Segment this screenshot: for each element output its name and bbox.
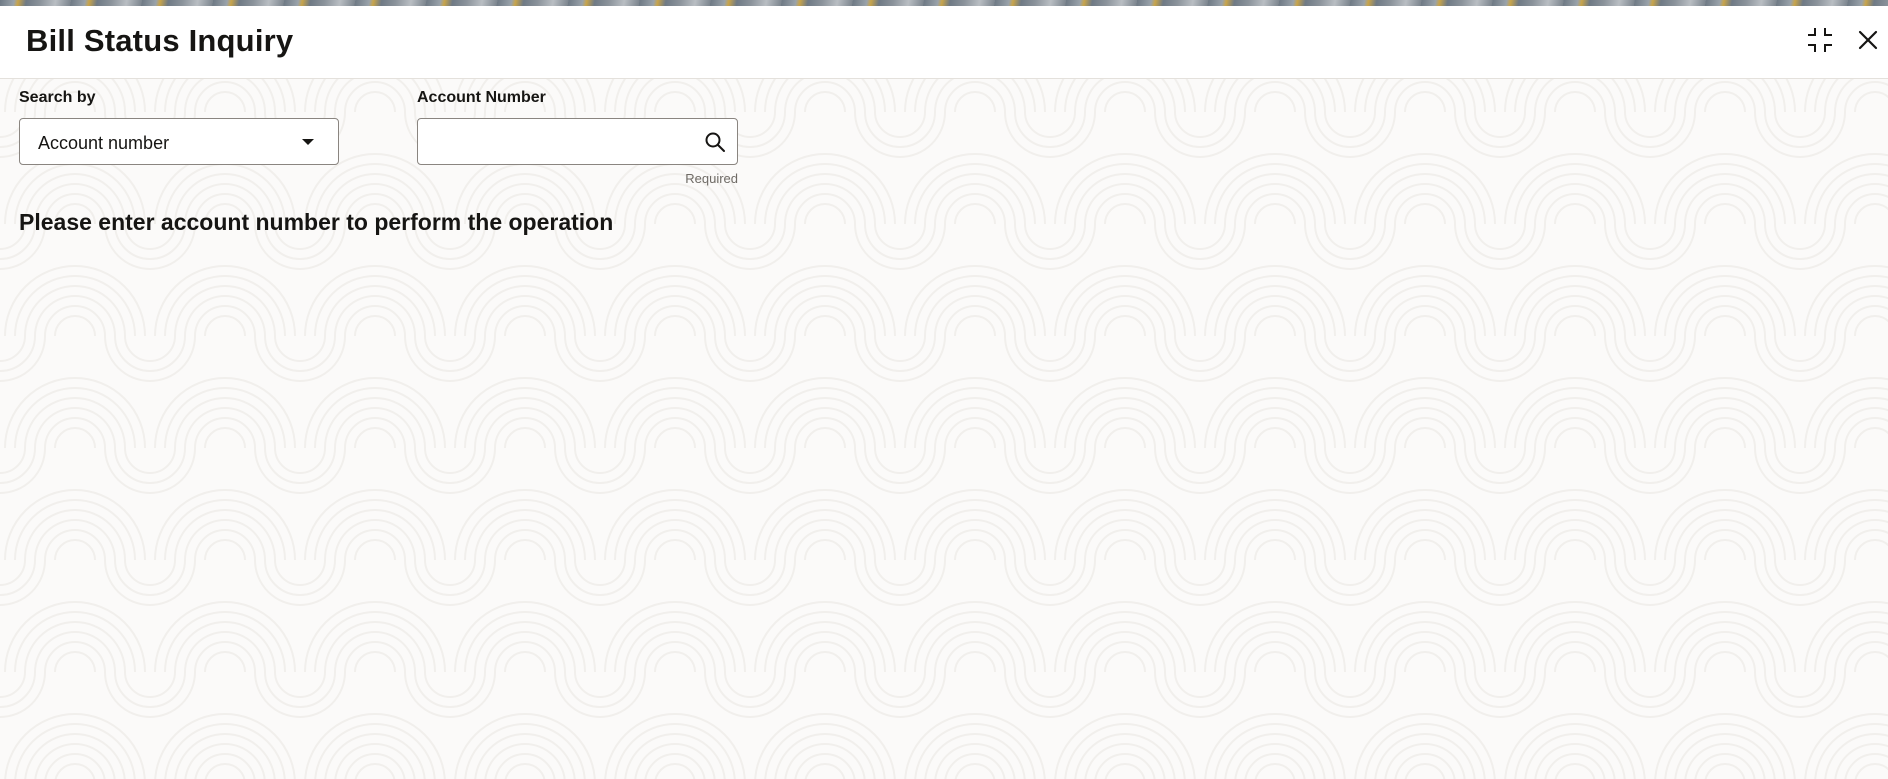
page-title: Bill Status Inquiry — [26, 23, 294, 58]
search-by-select[interactable]: Account number — [19, 118, 339, 165]
instruction-message: Please enter account number to perform t… — [19, 209, 614, 235]
inquiry-form: Search by Account number Account Number … — [0, 79, 1888, 779]
minimize-button[interactable] — [1802, 24, 1838, 60]
top-banner-strip — [0, 0, 1888, 6]
account-number-field — [417, 118, 738, 165]
chevron-down-icon — [302, 139, 314, 145]
bill-status-inquiry-page: Bill Status Inquiry Search by Account nu… — [0, 0, 1888, 779]
compress-icon — [1805, 25, 1835, 60]
dialog-header: Bill Status Inquiry — [0, 6, 1888, 79]
close-icon — [1856, 28, 1880, 57]
search-icon — [705, 132, 725, 152]
account-number-input[interactable] — [418, 119, 688, 164]
search-button[interactable] — [701, 128, 729, 156]
required-hint: Required — [685, 171, 738, 186]
search-by-selected-value: Account number — [38, 133, 170, 153]
search-by-label: Search by — [19, 89, 96, 106]
account-number-label: Account Number — [417, 89, 546, 106]
close-button[interactable] — [1850, 24, 1886, 60]
